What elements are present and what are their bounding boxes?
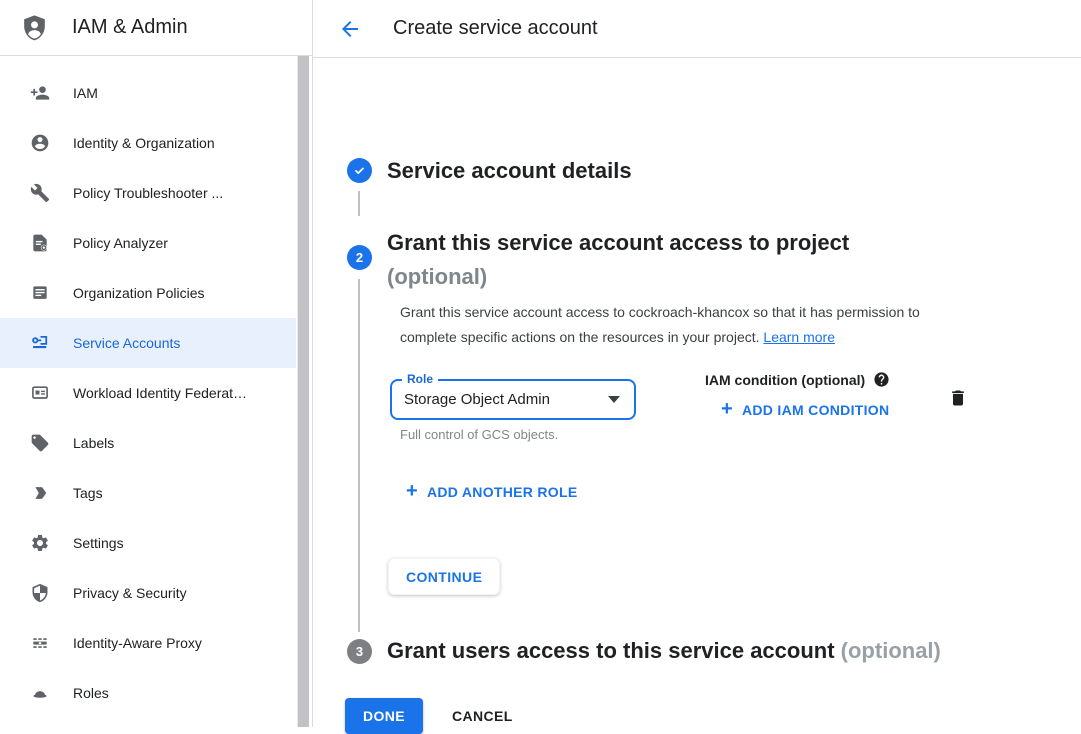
wizard-content: Service account details 2 Grant this ser…: [313, 58, 1081, 727]
wrench-icon: [30, 183, 50, 203]
add-iam-condition-label: ADD IAM CONDITION: [742, 402, 889, 418]
step1-check-circle: [347, 158, 372, 183]
add-another-role-button[interactable]: + ADD ANOTHER ROLE: [406, 480, 578, 503]
step2-number-circle: 2: [347, 245, 372, 270]
step2-number: 2: [356, 250, 363, 265]
tag-arrow-icon: [30, 483, 50, 503]
sidebar-item-label: IAM: [73, 85, 98, 101]
sidebar-item-policy-troubleshooter[interactable]: Policy Troubleshooter ...: [0, 168, 296, 218]
done-button[interactable]: DONE: [345, 698, 423, 734]
gear-icon: [30, 533, 50, 553]
step3-optional-label: (optional): [841, 638, 941, 663]
role-selected-value: Storage Object Admin: [404, 391, 608, 408]
role-helper-text: Full control of GCS objects.: [400, 427, 558, 442]
dropdown-caret-icon: [608, 396, 620, 403]
sidebar-item-settings[interactable]: Settings: [0, 518, 296, 568]
help-icon[interactable]: [873, 371, 890, 388]
organization-policies-icon: [30, 283, 50, 303]
plus-icon: +: [406, 480, 418, 503]
step-connector: [358, 279, 360, 632]
workload-identity-card-icon: [30, 383, 50, 403]
sidebar-item-label: Labels: [73, 435, 114, 451]
iam-shield-logo-icon: [19, 11, 50, 45]
sidebar-item-label: Roles: [73, 685, 109, 701]
add-another-role-label: ADD ANOTHER ROLE: [427, 484, 578, 500]
sidebar-item-workload-identity-federation[interactable]: Workload Identity Federat…: [0, 368, 296, 418]
plus-icon: +: [721, 398, 733, 421]
main-panel: Create service account Service account d…: [313, 0, 1081, 727]
sidebar-item-label: Organization Policies: [73, 285, 205, 301]
policy-analyzer-icon: [30, 233, 50, 253]
sidebar-item-label: Policy Troubleshooter ...: [73, 185, 223, 201]
step2-description: Grant this service account access to coc…: [400, 300, 978, 350]
step3-title[interactable]: Grant users access to this service accou…: [387, 638, 1067, 664]
sidebar-item-label: Policy Analyzer: [73, 235, 168, 251]
role-select[interactable]: Role Storage Object Admin: [390, 379, 636, 420]
step2-optional-label: (optional): [387, 260, 947, 294]
iam-condition-section: IAM condition (optional) + ADD IAM CONDI…: [705, 371, 890, 421]
label-tag-icon: [30, 433, 50, 453]
sidebar-item-label: Workload Identity Federat…: [73, 385, 247, 401]
learn-more-link[interactable]: Learn more: [763, 329, 835, 345]
continue-button[interactable]: CONTINUE: [388, 558, 500, 595]
account-circle-icon: [30, 133, 50, 153]
sidebar-item-service-accounts[interactable]: Service Accounts: [0, 318, 296, 368]
role-field-label: Role: [402, 372, 438, 386]
step2-title-text: Grant this service account access to pro…: [387, 230, 849, 255]
sidebar-header: IAM & Admin: [0, 0, 312, 56]
step2-description-text: Grant this service account access to coc…: [400, 304, 920, 345]
sidebar-item-label: Service Accounts: [73, 335, 180, 351]
sidebar-item-privacy-security[interactable]: Privacy & Security: [0, 568, 296, 618]
sidebar-item-label: Settings: [73, 535, 124, 551]
page-title: Create service account: [393, 17, 598, 40]
sidebar-item-label: Identity-Aware Proxy: [73, 635, 202, 651]
sidebar-item-iam[interactable]: IAM: [0, 68, 296, 118]
sidebar-nav: IAM Identity & Organization Policy Troub…: [0, 56, 296, 718]
sidebar-item-roles[interactable]: Roles: [0, 668, 296, 718]
sidebar-item-label: Tags: [73, 485, 103, 501]
sidebar-item-organization-policies[interactable]: Organization Policies: [0, 268, 296, 318]
sidebar-item-identity-aware-proxy[interactable]: Identity-Aware Proxy: [0, 618, 296, 668]
person-add-icon: [30, 83, 50, 103]
sidebar-item-label: Identity & Organization: [73, 135, 215, 151]
delete-role-trash-icon[interactable]: [948, 387, 968, 409]
sidebar: IAM & Admin IAM Identity & Organization …: [0, 0, 313, 727]
check-icon: [352, 163, 367, 178]
back-arrow-icon[interactable]: [338, 17, 362, 41]
add-iam-condition-button[interactable]: + ADD IAM CONDITION: [721, 398, 890, 421]
step3-number-circle: 3: [347, 639, 372, 664]
main-header: Create service account: [313, 0, 1081, 58]
roles-hat-icon: [30, 683, 50, 703]
step3-number: 3: [356, 644, 363, 659]
product-title: IAM & Admin: [72, 16, 188, 39]
service-accounts-key-icon: [30, 333, 50, 353]
step-connector: [358, 191, 360, 216]
step3-title-text: Grant users access to this service accou…: [387, 638, 835, 663]
sidebar-scrollbar[interactable]: [297, 56, 309, 727]
sidebar-item-labels[interactable]: Labels: [0, 418, 296, 468]
iam-condition-label: IAM condition (optional): [705, 372, 865, 388]
sidebar-item-identity-organization[interactable]: Identity & Organization: [0, 118, 296, 168]
step2-title[interactable]: Grant this service account access to pro…: [387, 226, 947, 294]
cancel-button[interactable]: CANCEL: [444, 698, 521, 734]
shield-half-icon: [30, 583, 50, 603]
step1-title[interactable]: Service account details: [387, 158, 632, 184]
sidebar-item-policy-analyzer[interactable]: Policy Analyzer: [0, 218, 296, 268]
proxy-grid-icon: [30, 633, 50, 653]
sidebar-item-tags[interactable]: Tags: [0, 468, 296, 518]
sidebar-item-label: Privacy & Security: [73, 585, 187, 601]
